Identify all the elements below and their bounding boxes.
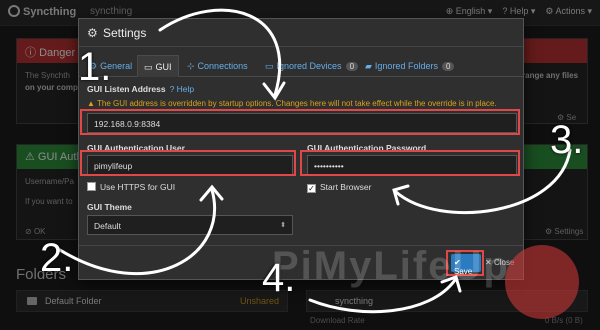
monitor-icon: ▭ xyxy=(144,62,153,72)
caret-updown-icon: ⬍ xyxy=(280,222,286,229)
settings-tabs: ⚙ General ▭ GUI ⊹ Connections ▭ Ignored Devi… xyxy=(79,55,523,77)
start-browser-checkbox[interactable]: ✓ Start Browser xyxy=(307,182,372,193)
laptop-icon: ▭ xyxy=(265,61,274,71)
tab-gui[interactable]: ▭ GUI xyxy=(137,55,179,77)
settings-modal: ⚙ Settings ⚙ General ▭ GUI ⊹ Connections ▭ I… xyxy=(78,18,524,280)
checkbox-unchecked-icon xyxy=(87,182,96,191)
highlight-auth-password xyxy=(300,150,520,176)
question-circle-icon: ? xyxy=(169,84,177,94)
checkbox-checked-icon: ✓ xyxy=(307,184,316,193)
step-2-label: 2. xyxy=(40,236,74,280)
help-link[interactable]: ? Help xyxy=(170,84,195,94)
watermark-circle xyxy=(505,245,579,319)
watermark: PiMyLifeUp xyxy=(272,244,510,288)
modal-header: ⚙ Settings xyxy=(79,19,523,47)
use-https-checkbox[interactable]: Use HTTPS for GUI xyxy=(87,182,175,192)
gear-icon: ⚙ xyxy=(87,26,98,40)
highlight-auth-user xyxy=(80,150,296,176)
step-4-label: 4. xyxy=(262,256,296,300)
override-warning: ▲ The GUI address is overridden by start… xyxy=(87,99,497,108)
ignored-devices-badge: 0 xyxy=(345,62,359,71)
folder-icon: ▰ xyxy=(365,61,372,71)
ignored-folders-badge: 0 xyxy=(441,62,455,71)
tab-connections[interactable]: ⊹ Connections xyxy=(181,55,254,77)
step-1-label: 1. xyxy=(78,45,112,89)
highlight-listen-address xyxy=(80,109,520,135)
step-3-label: 3. xyxy=(550,118,584,162)
modal-title: Settings xyxy=(103,26,147,40)
gui-theme-value: Default xyxy=(94,221,121,231)
tab-ignored-devices[interactable]: ▭ Ignored Devices 0 xyxy=(259,55,364,77)
tab-ignored-folders[interactable]: ▰ Ignored Folders 0 xyxy=(359,55,460,77)
network-icon: ⊹ xyxy=(187,61,195,71)
gui-theme-select[interactable]: Default ⬍ xyxy=(87,215,293,235)
gui-theme-label: GUI Theme xyxy=(87,202,132,212)
warning-icon: ▲ xyxy=(87,99,97,108)
